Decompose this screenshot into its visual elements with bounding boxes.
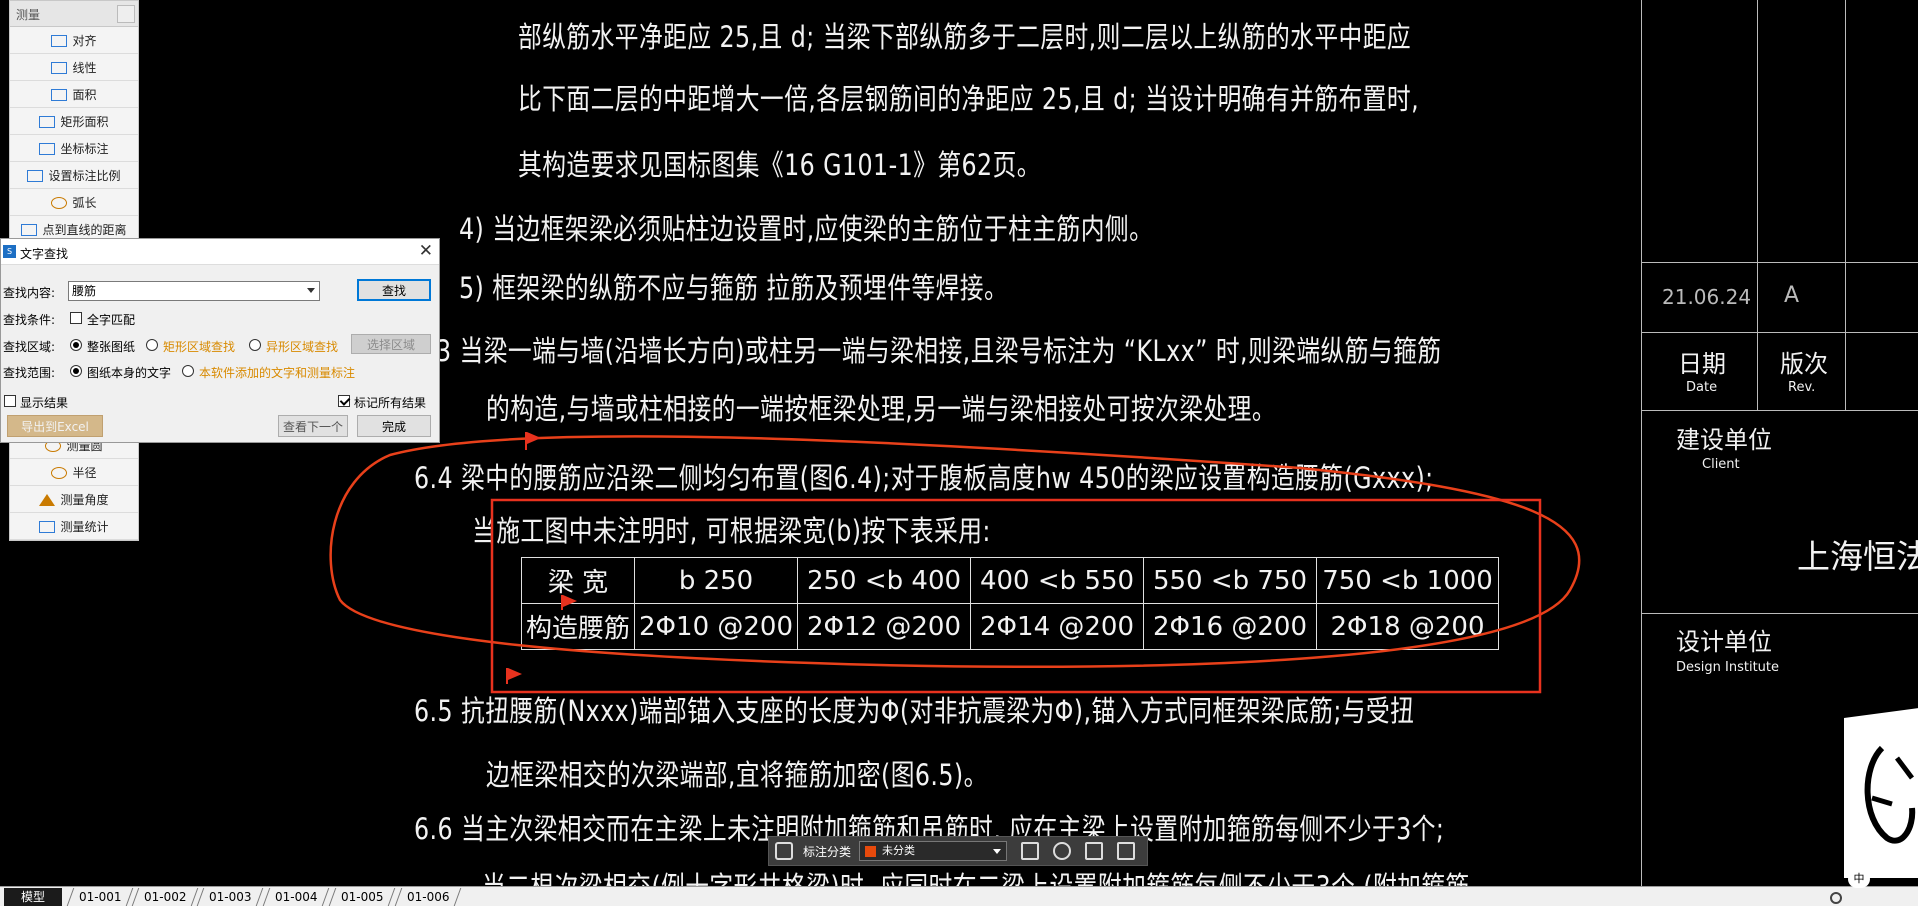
revision-label: 版次	[1780, 350, 1828, 378]
client-label-en: Client	[1702, 457, 1740, 472]
annotation-overlay[interactable]	[0, 0, 1640, 886]
find-area-label: 查找区域:	[3, 340, 56, 354]
revision-value: A	[1784, 283, 1800, 308]
tab-sheet[interactable]: 01-003	[196, 888, 264, 906]
tab-sheet[interactable]: 01-004	[262, 888, 330, 906]
point-line-icon	[21, 223, 38, 236]
annotation-flag-icon	[506, 668, 522, 684]
select-area-button[interactable]: 选择区域	[351, 334, 431, 354]
find-content-label: 查找内容:	[3, 286, 56, 300]
measure-panel-header: 测量	[10, 1, 138, 27]
align-icon	[51, 34, 68, 47]
client-name: 上海恒法	[1797, 537, 1918, 576]
revision-label-en: Rev.	[1788, 380, 1816, 395]
measure-radius-button[interactable]: 半径	[10, 460, 138, 486]
measure-angle-button[interactable]: 测量角度	[10, 487, 138, 513]
design-institute-label-en: Design Institute	[1676, 660, 1780, 675]
date-label-en: Date	[1686, 380, 1718, 395]
area-rect-radio[interactable]	[146, 339, 158, 351]
copy-icon[interactable]	[1085, 842, 1104, 860]
linear-icon	[51, 61, 68, 74]
show-results-label: 显示结果	[20, 396, 69, 410]
export-excel-button[interactable]: 导出到Excel	[7, 415, 103, 437]
seal-logo-icon	[1844, 708, 1918, 878]
find-button[interactable]: 查找	[357, 279, 431, 301]
design-institute-label: 设计单位	[1676, 628, 1772, 656]
scope-drawing-radio[interactable]	[70, 365, 82, 377]
date-value: 21.06.24	[1662, 285, 1752, 309]
annotation-flag-icon	[525, 432, 541, 450]
find-scope-label: 查找范围:	[3, 366, 56, 380]
edit-icon[interactable]	[1021, 842, 1040, 860]
radius-icon	[51, 466, 68, 479]
tab-model[interactable]: 模型	[4, 888, 62, 906]
mark-all-checkbox[interactable]	[338, 395, 350, 407]
tab-sheet[interactable]: 01-005	[328, 888, 396, 906]
sheet-tab-strip: 模型 01-001 01-002 01-003 01-004 01-005 01…	[0, 886, 1918, 906]
find-content-input[interactable]: 腰筋	[68, 281, 320, 301]
paste-icon[interactable]	[1117, 842, 1136, 860]
measure-coordinate-button[interactable]: 坐标标注	[10, 136, 138, 162]
measure-panel-close-button[interactable]	[117, 5, 135, 23]
area-shape-radio[interactable]	[249, 339, 261, 351]
scale-icon	[27, 169, 44, 182]
annotation-freehand-ellipse	[329, 435, 1581, 668]
close-icon[interactable]: ✕	[419, 242, 433, 260]
tab-sheet[interactable]: 01-006	[394, 888, 462, 906]
drawing-canvas[interactable]: 部纵筋水平净距应 25,且 d; 当梁下部纵筋多于二层时,则二层以上纵筋的水平中…	[0, 0, 1918, 886]
app-icon: S	[3, 245, 16, 258]
measure-arc-length-button[interactable]: 弧长	[10, 190, 138, 216]
find-dialog-title: 文字查找	[20, 247, 69, 261]
annotation-category-label: 标注分类	[803, 844, 852, 859]
scope-annotation-radio[interactable]	[182, 365, 194, 377]
mark-all-label: 标记所有结果	[354, 396, 427, 410]
annotation-flag-icon	[561, 595, 577, 610]
measure-set-scale-button[interactable]: 设置标注比例	[10, 163, 138, 189]
arc-icon	[51, 196, 68, 209]
find-text-dialog: S 文字查找 ✕ 查找内容: 腰筋 查找 查找条件: 全字匹配 查找区域: 整张…	[0, 238, 440, 443]
measure-stats-button[interactable]: 测量统计	[10, 514, 138, 540]
scope-annotation-label: 本软件添加的文字和测量标注	[199, 366, 356, 380]
title-block: 21.06.24 A 日期 Date 版次 Rev. 建设单位 Client 上…	[1641, 0, 1918, 886]
annotation-category-select[interactable]: 未分类	[859, 841, 1008, 861]
measure-rect-area-button[interactable]: 矩形面积	[10, 109, 138, 135]
find-condition-label: 查找条件:	[3, 313, 56, 327]
area-shape-label: 异形区域查找	[266, 340, 339, 354]
show-results-checkbox[interactable]	[4, 395, 16, 407]
tab-sheet[interactable]: 01-001	[66, 888, 134, 906]
area-whole-radio[interactable]	[70, 339, 82, 351]
move-icon[interactable]	[1053, 842, 1072, 860]
tab-sheet[interactable]: 01-002	[131, 888, 199, 906]
area-whole-label: 整张图纸	[87, 340, 136, 354]
chevron-down-icon[interactable]	[993, 849, 1002, 854]
category-color-swatch	[865, 846, 877, 857]
area-rect-label: 矩形区域查找	[163, 340, 236, 354]
category-grid-icon[interactable]	[775, 842, 793, 860]
client-label: 建设单位	[1676, 426, 1772, 454]
done-button[interactable]: 完成	[357, 415, 431, 437]
measure-area-button[interactable]: 面积	[10, 82, 138, 108]
find-dialog-titlebar[interactable]: S 文字查找 ✕	[1, 239, 439, 265]
measure-panel-title: 测量	[16, 8, 41, 22]
area-icon	[51, 88, 68, 101]
measure-align-button[interactable]: 对齐	[10, 28, 138, 54]
angle-icon	[39, 493, 56, 506]
search-icon[interactable]	[1830, 892, 1842, 904]
chevron-down-icon[interactable]	[307, 288, 315, 293]
measure-linear-button[interactable]: 线性	[10, 55, 138, 81]
coordinate-icon	[39, 142, 56, 155]
annotation-toolbar: 标注分类 未分类	[768, 836, 1148, 866]
ime-indicator[interactable]: 中	[1848, 870, 1870, 888]
rect-area-icon	[39, 115, 56, 128]
annotation-rectangle	[490, 498, 1542, 694]
date-label: 日期	[1678, 350, 1726, 378]
whole-word-label: 全字匹配	[87, 313, 136, 327]
stats-icon	[39, 520, 56, 533]
view-next-button[interactable]: 查看下一个	[278, 415, 348, 437]
whole-word-checkbox[interactable]	[70, 312, 82, 324]
scope-drawing-label: 图纸本身的文字	[87, 366, 172, 380]
